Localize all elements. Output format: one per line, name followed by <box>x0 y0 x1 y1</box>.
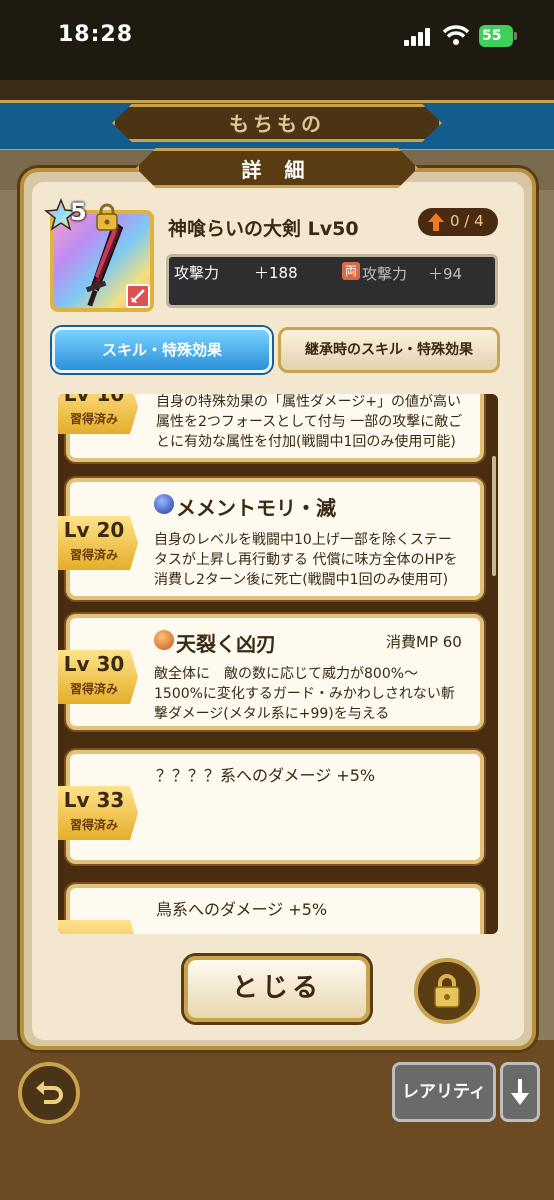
battery-level: 55 <box>482 28 502 44</box>
level-tag: Lv 20 習得済み <box>58 516 138 570</box>
skill-desc-line: とに有効な属性を付加(戦闘中1回のみ使用可能) <box>156 434 456 450</box>
sort-direction-button[interactable] <box>500 1062 540 1122</box>
skill-list[interactable]: 自身の特殊効果の「属性ダメージ+」の値が高い 属性を2つフォースとして付与 一部… <box>58 394 498 934</box>
skill-element-icon <box>154 494 174 514</box>
close-button[interactable]: とじる <box>184 956 370 1022</box>
stat-value: ＋188 <box>254 264 298 282</box>
skill-desc-line: 敵全体に 敵の数に応じて威力が800%～ <box>154 666 419 682</box>
skill-desc-line: 撃ダメージ(メタル系に+99)を与える <box>154 706 390 722</box>
arrow-down-icon <box>511 1079 529 1105</box>
tab-skills[interactable]: スキル・特殊効果 <box>52 327 272 373</box>
lock-icon <box>434 974 460 1008</box>
learned-label: 習得済み <box>69 412 118 426</box>
learned-label: 習得済み <box>69 818 118 832</box>
level-label: Lv 20 <box>63 518 125 542</box>
sword-icon <box>85 220 124 307</box>
battery-indicator: 55 <box>479 25 517 47</box>
lock-button[interactable] <box>414 958 480 1024</box>
skill-desc-line: 鳥系へのダメージ +5% <box>156 900 328 919</box>
upgrade-count: 0 / 4 <box>450 212 484 230</box>
skill-desc-line: 自身の特殊効果の「属性ダメージ+」の値が高い <box>156 394 462 410</box>
both-hands-badge: 両 <box>342 262 360 280</box>
level-label: Lv 10 <box>63 394 125 406</box>
level-tag: Lv 10 習得済み <box>58 394 138 434</box>
stat-value-secondary: ＋94 <box>428 265 463 283</box>
level-tag: Lv 30 習得済み <box>58 650 138 704</box>
lock-icon <box>96 203 118 231</box>
tab-inherited-skills[interactable]: 継承時のスキル・特殊効果 <box>278 327 500 373</box>
status-time: 18:28 <box>58 22 134 47</box>
dialog-title: 詳 細 <box>241 158 313 182</box>
skill-desc-line: タスが上昇し再行動する 代償に味方全体のHPを <box>154 552 458 568</box>
arrow-up-icon <box>428 213 444 231</box>
scrollbar[interactable] <box>492 456 496 576</box>
back-arrow-icon <box>36 1081 63 1104</box>
screen-title: もちもの <box>229 112 325 136</box>
stat-label-secondary: 攻撃力 <box>362 265 408 283</box>
skill-desc-line: 属性を2つフォースとして付与 一部の攻撃に敵ご <box>156 414 463 430</box>
stat-label: 攻撃力 <box>174 264 220 282</box>
level-label: Lv 30 <box>63 652 125 676</box>
skill-name: メメントモリ・滅 <box>176 496 336 520</box>
skill-desc-line: ？？？？系へのダメージ +5% <box>156 766 376 785</box>
skill-desc-line: 1500%に変化するガード・みかわしされない斬 <box>154 686 455 702</box>
learned-label: 習得済み <box>69 548 118 562</box>
back-button[interactable] <box>18 1062 80 1124</box>
signal-icon <box>404 28 430 46</box>
wifi-icon <box>443 25 469 45</box>
skill-desc-line: 消費し2ターン後に死亡(戦闘中1回のみ使用可) <box>154 572 449 588</box>
skill-name: 天裂く凶刃 <box>176 632 276 656</box>
learned-label: 習得済み <box>69 682 118 696</box>
level-tag <box>58 920 138 934</box>
skill-mp-cost: 消費MP 60 <box>386 633 462 651</box>
rarity-stars: 5 <box>70 198 87 226</box>
sword-type-icon <box>126 284 150 308</box>
skill-element-icon <box>154 630 174 650</box>
level-tag: Lv 33 習得済み <box>58 786 138 840</box>
level-label: Lv 33 <box>63 788 125 812</box>
skill-desc-line: 自身のレベルを戦闘中10上げ一部を除くステー <box>154 532 452 548</box>
item-name: 神喰らいの大剣 Lv50 <box>168 218 359 240</box>
rarity-sort-button[interactable]: レアリティ <box>392 1062 496 1122</box>
